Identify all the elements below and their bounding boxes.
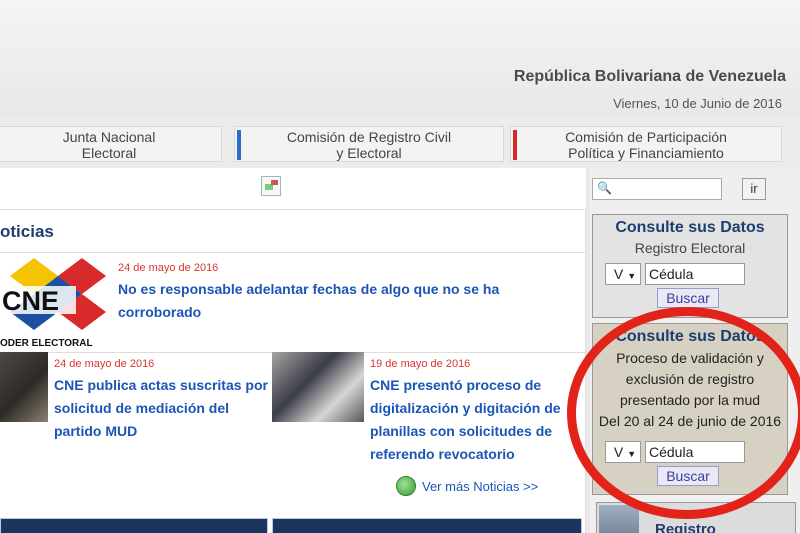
news-link[interactable]: No es responsable adelantar fechas de al… — [118, 278, 499, 301]
news-thumbnail[interactable] — [0, 352, 48, 422]
banner-thumbnail[interactable] — [0, 518, 268, 533]
cedula-input[interactable]: Cédula — [645, 263, 745, 285]
news-item: 24 de mayo de 2016 CNE publica actas sus… — [0, 352, 270, 474]
news-thumbnail[interactable] — [272, 352, 364, 422]
tab-accent-bar — [237, 130, 241, 160]
panel-subtitle: Registro Electoral — [634, 240, 746, 256]
panel-title: Consulte sus Datos — [615, 219, 765, 236]
tab-label-line1: Comisión de Registro Civil — [286, 129, 452, 145]
highlight-circle-annotation — [567, 307, 800, 519]
featured-news: CNE ODER ELECTORAL 24 de mayo de 2016 No… — [0, 256, 586, 352]
news-link[interactable]: partido MUD — [54, 420, 268, 443]
tab-label-line2: Electoral — [81, 145, 137, 161]
news-date: 19 de mayo de 2016 — [370, 358, 471, 370]
news-link[interactable]: corroborado — [118, 301, 499, 324]
tab-registro-civil-electoral[interactable]: Comisión de Registro Civil y Electoral — [234, 126, 504, 162]
divider — [0, 252, 586, 253]
current-date: Viernes, 10 de Junio de 2016 — [613, 96, 782, 111]
search-input[interactable]: 🔍 — [592, 178, 722, 200]
more-news-link[interactable]: Ver más Noticias >> — [396, 476, 538, 496]
globe-icon — [396, 476, 416, 496]
person-photo — [599, 505, 639, 533]
news-link[interactable]: referendo revocatorio — [370, 443, 561, 466]
news-link[interactable]: solicitud de mediación del — [54, 397, 268, 420]
news-date: 24 de mayo de 2016 — [54, 358, 155, 370]
search-icon: 🔍 — [597, 181, 612, 195]
banner-row — [0, 168, 586, 210]
cne-logo: CNE ODER ELECTORAL — [0, 258, 106, 348]
search-button[interactable]: ir — [742, 178, 766, 200]
tab-label-line2: y Electoral — [336, 145, 402, 161]
country-name: República Bolivariana de Venezuela — [513, 68, 786, 85]
tab-label-line2: Política y Financiamiento — [568, 145, 724, 161]
consulta-registro-panel: Consulte sus Datos Registro Electoral V ▼… — [592, 214, 788, 318]
news-link[interactable]: planillas con solicitudes de — [370, 420, 561, 443]
news-item: 19 de mayo de 2016 CNE presentó proceso … — [272, 352, 572, 474]
tab-accent-bar — [513, 130, 517, 160]
banner-thumbnail[interactable] — [272, 518, 582, 533]
news-date: 24 de mayo de 2016 — [118, 262, 219, 274]
broken-image-icon — [261, 176, 281, 196]
site-header: República Bolivariana de Venezuela Viern… — [0, 0, 800, 118]
svg-text:CNE: CNE — [2, 286, 59, 316]
section-title-noticias: oticias — [0, 222, 54, 241]
news-link[interactable]: CNE presentó proceso de — [370, 374, 561, 397]
tab-participacion-politica[interactable]: Comisión de Participación Política y Fin… — [510, 126, 782, 162]
tab-junta-nacional-electoral[interactable]: Junta Nacional Electoral — [0, 126, 222, 162]
buscar-button[interactable]: Buscar — [657, 288, 719, 308]
nationality-select[interactable]: V ▼ — [605, 263, 641, 285]
tab-label-line1: Junta Nacional — [62, 129, 156, 145]
news-link[interactable]: CNE publica actas suscritas por — [54, 374, 268, 397]
main-content: oticias CNE ODER ELECTORAL 24 de mayo de… — [0, 168, 586, 533]
tab-label-line1: Comisión de Participación — [565, 129, 727, 145]
news-link[interactable]: digitalización y digitación de — [370, 397, 561, 420]
svg-text:ODER ELECTORAL: ODER ELECTORAL — [0, 338, 93, 348]
chevron-down-icon: ▼ — [627, 271, 637, 281]
registro-label: Registro — [655, 521, 716, 533]
main-nav: Junta Nacional Electoral Comisión de Reg… — [0, 118, 800, 168]
more-news-label: Ver más Noticias >> — [422, 478, 539, 494]
